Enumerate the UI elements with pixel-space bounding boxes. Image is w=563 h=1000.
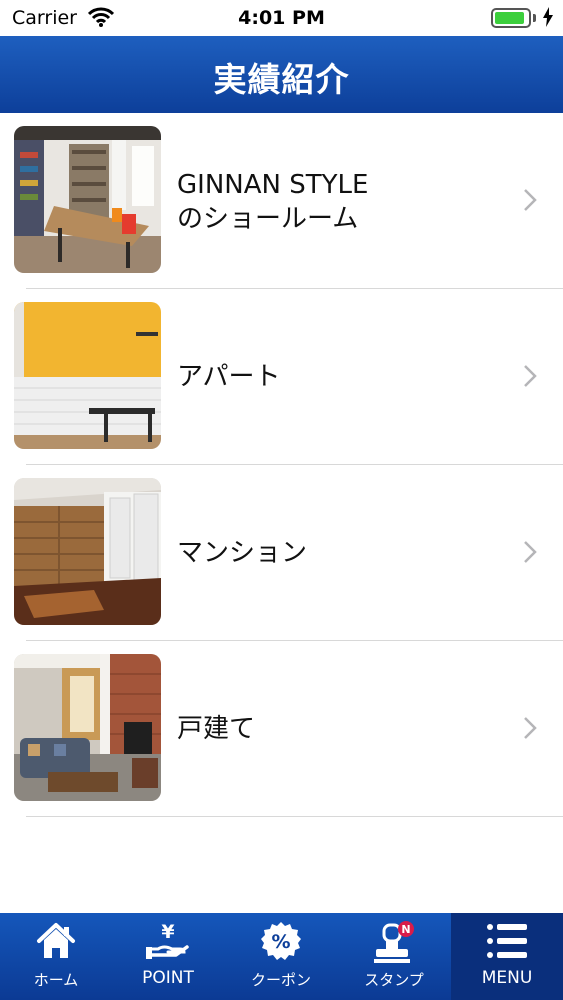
list-item-label: 戸建て xyxy=(177,714,256,744)
list-item-condominium[interactable]: マンション xyxy=(0,465,563,641)
home-icon xyxy=(0,921,112,965)
tab-bar: ホーム ¥ POINT % クーポン N スタンプ MENU xyxy=(0,913,563,1000)
apartment-photo xyxy=(14,302,161,449)
works-list: GINNAN STYLE のショールーム アパート マンション 戸建て xyxy=(0,113,563,817)
tab-home[interactable]: ホーム xyxy=(0,913,112,1000)
tab-stamp[interactable]: N スタンプ xyxy=(338,913,450,1000)
list-divider xyxy=(26,816,563,817)
tab-label: POINT xyxy=(142,968,194,988)
list-item-apartment[interactable]: アパート xyxy=(0,289,563,465)
tab-label: ホーム xyxy=(33,971,79,989)
tab-menu[interactable]: MENU xyxy=(451,913,563,1000)
list-item-label: マンション xyxy=(177,538,308,568)
condominium-photo xyxy=(14,478,161,625)
list-item-label: アパート xyxy=(177,362,281,392)
list-item-house[interactable]: 戸建て xyxy=(0,641,563,817)
battery-level xyxy=(495,12,524,24)
chevron-right-icon xyxy=(523,364,537,392)
status-bar: Carrier 4:01 PM xyxy=(0,0,563,36)
coupon-percent-icon: % xyxy=(225,921,337,965)
chevron-right-icon xyxy=(523,716,537,744)
house-photo xyxy=(14,654,161,801)
chevron-right-icon xyxy=(523,540,537,568)
chevron-right-icon xyxy=(523,188,537,216)
page-title: 実績紹介 xyxy=(213,60,350,99)
list-item-label: GINNAN STYLE のショールーム xyxy=(177,168,368,236)
stamp-icon: N xyxy=(338,921,450,965)
status-time: 4:01 PM xyxy=(238,7,325,29)
yen-hand-icon: ¥ xyxy=(112,921,224,965)
list-item-subtitle: のショールーム xyxy=(177,204,359,234)
stamp-badge-label: N xyxy=(401,923,410,936)
tab-label: MENU xyxy=(481,968,533,988)
showroom-photo xyxy=(14,126,161,273)
tab-label: クーポン xyxy=(250,971,311,989)
svg-text:%: % xyxy=(271,931,290,953)
charging-bolt-icon xyxy=(542,7,554,31)
battery-tip xyxy=(533,14,536,22)
battery-icon xyxy=(491,8,531,28)
tab-point[interactable]: ¥ POINT xyxy=(112,913,224,1000)
header-bar: 実績紹介 xyxy=(0,36,563,113)
tab-label: スタンプ xyxy=(364,971,424,989)
menu-icon xyxy=(451,921,563,965)
svg-text:¥: ¥ xyxy=(161,921,174,943)
tab-coupon[interactable]: % クーポン xyxy=(225,913,337,1000)
list-item-showroom[interactable]: GINNAN STYLE のショールーム xyxy=(0,113,563,289)
list-item-title: GINNAN STYLE xyxy=(177,170,369,200)
